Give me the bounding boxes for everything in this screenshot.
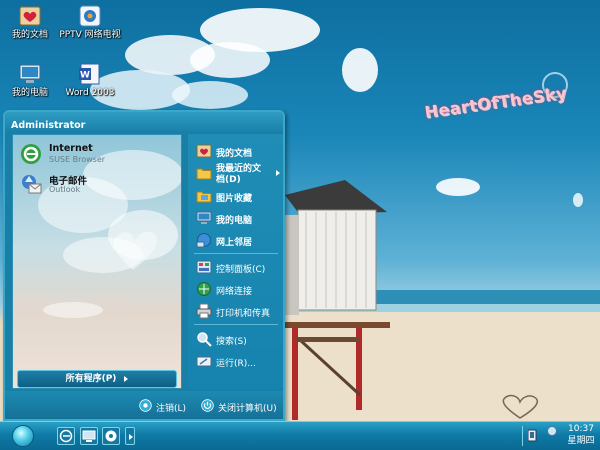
menu-item-label: 控制面板(C)	[216, 265, 266, 275]
control-panel-icon	[196, 260, 212, 274]
desktop-icon-word[interactable]: W Word 2003	[53, 62, 127, 99]
all-programs-button[interactable]: 所有程序(P)	[17, 370, 177, 388]
menu-item-network-connections[interactable]: 网络连接	[194, 280, 282, 300]
pinned-subtitle: Outlook	[49, 185, 81, 194]
my-computer-icon	[196, 211, 212, 224]
menu-item-recent-documents[interactable]: 我最近的文 档(D)	[194, 164, 282, 186]
menu-item-printers[interactable]: 打印机和传真	[194, 302, 282, 322]
menu-item-network-places[interactable]: 网上邻居	[194, 231, 282, 251]
arrow-right-icon	[124, 375, 129, 382]
menu-item-label: 搜索(S)	[216, 337, 247, 347]
start-button[interactable]	[12, 425, 34, 447]
power-icon	[201, 399, 214, 412]
logoff-button[interactable]: 注销(L)	[139, 399, 199, 414]
logoff-label: 注销(L)	[156, 404, 187, 414]
start-menu-left-pane: Internet SUSE Browser 电子邮件 Outlook	[12, 134, 182, 389]
network-icon	[196, 233, 211, 248]
my-documents-icon	[196, 144, 212, 158]
menu-separator	[194, 324, 278, 325]
menu-item-control-panel[interactable]: 控制面板(C)	[194, 258, 282, 278]
taskbar	[0, 421, 600, 450]
my-documents-icon	[19, 6, 41, 26]
menu-item-label-line1: 我最近的文	[216, 164, 262, 174]
quicklaunch-desktop[interactable]	[80, 427, 98, 445]
shutdown-label: 关闭计算机(U)	[218, 404, 277, 414]
desktop-icon-label: PPTV 网络电视	[59, 30, 121, 40]
menu-item-pictures[interactable]: 图片收藏	[194, 187, 282, 207]
menu-separator	[194, 253, 278, 254]
pinned-item-email[interactable]: 电子邮件 Outlook	[17, 171, 177, 199]
word-icon: W	[79, 63, 100, 85]
folder-icon	[196, 168, 212, 180]
tray-separator	[522, 426, 523, 446]
clock-day: 星期四	[567, 436, 595, 446]
pictures-icon	[196, 191, 212, 203]
media-player-icon	[105, 430, 117, 442]
email-icon	[22, 175, 42, 194]
run-icon	[196, 356, 212, 367]
start-menu-right-pane: 我的文档 我最近的文 档(D) 图片收藏 我的电脑 网上邻居 控制面板(C) 网…	[188, 134, 283, 389]
logoff-icon	[139, 399, 152, 412]
desktop-icon-label: Word 2003	[65, 88, 115, 98]
pptv-icon	[79, 5, 101, 27]
browser-icon	[21, 144, 41, 164]
my-computer-icon	[19, 64, 41, 83]
menu-item-label: 我的文档	[216, 149, 253, 159]
shutdown-button[interactable]: 关闭计算机(U)	[201, 399, 283, 414]
menu-item-label: 打印机和传真	[216, 309, 271, 319]
desktop-icon-label: 我的电脑	[11, 88, 48, 98]
quicklaunch-media[interactable]	[102, 427, 120, 445]
start-menu: Administrator Internet SUSE Browser 电子邮件…	[3, 110, 285, 421]
menu-item-label: 运行(R)...	[216, 359, 256, 369]
pinned-item-internet[interactable]: Internet SUSE Browser	[17, 141, 177, 169]
desktop-icon-label: 我的文档	[11, 30, 48, 40]
clock-time: 10:37	[568, 424, 594, 434]
search-icon	[197, 332, 212, 347]
menu-item-label: 我的电脑	[216, 216, 253, 226]
start-menu-footer: 注销(L) 关闭计算机(U)	[5, 391, 283, 419]
pinned-subtitle: SUSE Browser	[49, 155, 106, 164]
menu-item-label: 网络连接	[216, 287, 253, 297]
submenu-arrow-icon	[276, 170, 280, 176]
svg-text:W: W	[80, 71, 90, 81]
show-desktop-icon	[82, 430, 96, 442]
browser-icon	[59, 429, 73, 443]
clock[interactable]: 10:37 星期四	[565, 423, 597, 447]
network-connection-icon	[197, 282, 211, 296]
menu-item-my-computer[interactable]: 我的电脑	[194, 209, 282, 229]
menu-item-run[interactable]: 运行(R)...	[194, 352, 282, 372]
menu-item-label: 我最近的文 档(D)	[216, 164, 261, 186]
pinned-title: Internet	[49, 143, 93, 154]
username: Administrator	[11, 120, 86, 131]
menu-item-label: 网上邻居	[216, 238, 253, 248]
printer-icon	[196, 303, 212, 319]
menu-item-label: 图片收藏	[216, 194, 253, 204]
quicklaunch-browser[interactable]	[57, 427, 75, 445]
quicklaunch-more-button[interactable]	[125, 427, 135, 445]
desktop-icon-pptv[interactable]: PPTV 网络电视	[53, 4, 127, 41]
menu-item-search[interactable]: 搜索(S)	[194, 330, 282, 350]
menu-item-label-line2: 档(D)	[216, 175, 241, 185]
all-programs-label: 所有程序(P)	[65, 374, 117, 384]
menu-item-my-documents[interactable]: 我的文档	[194, 142, 282, 162]
